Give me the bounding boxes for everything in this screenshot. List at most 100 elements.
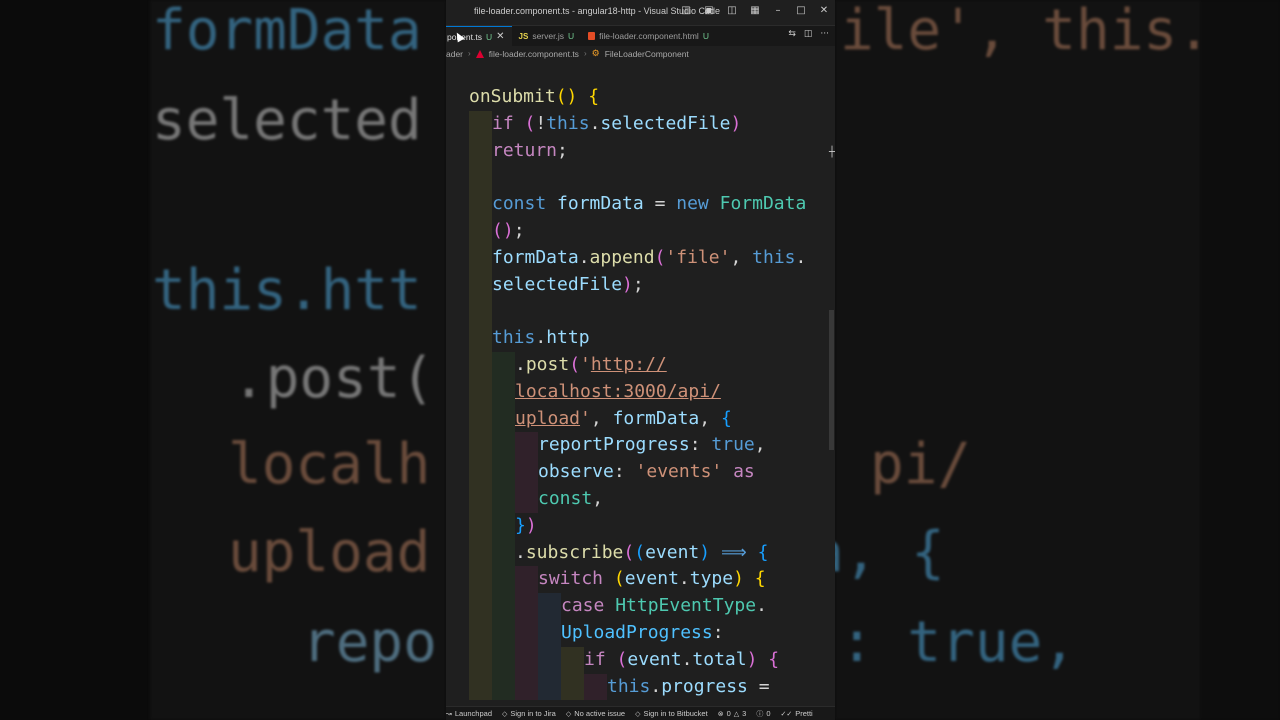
bitbucket-status[interactable]: ◇ Sign in to Bitbucket xyxy=(635,709,708,718)
code-token: 'file' xyxy=(665,246,731,268)
code-line: selectedFile); xyxy=(446,271,644,299)
breadcrumb-file[interactable]: file-loader.component.ts xyxy=(489,49,579,59)
background-far-right-panel xyxy=(1200,0,1280,720)
issue-icon: ◇ xyxy=(565,709,572,718)
code-token: const xyxy=(492,193,547,215)
error-count: 0 xyxy=(726,709,731,718)
code-token: selectedFile xyxy=(492,273,623,295)
code-line: const, xyxy=(446,485,603,513)
info-status[interactable]: ⓘ 0 xyxy=(756,709,770,719)
jira-label: Sign in to Jira xyxy=(510,709,556,718)
code-line xyxy=(446,298,533,326)
vscode-window: file-loader.component.ts - angular18-htt… xyxy=(446,0,835,720)
tab-server-js[interactable]: JS server.js U xyxy=(512,26,582,46)
code-token: reportProgress xyxy=(538,434,690,456)
warning-count: 3 xyxy=(742,709,747,718)
prettier-label: Pretti xyxy=(795,709,813,718)
vertical-scrollbar[interactable] xyxy=(829,310,834,450)
prettier-status[interactable]: ✓✓ Pretti xyxy=(780,709,812,718)
split-editor-icon[interactable]: ◫ xyxy=(804,29,813,39)
code-line: this.progress = xyxy=(446,673,770,701)
jira-icon: ◇ xyxy=(502,709,508,718)
html-file-icon xyxy=(588,32,596,40)
angular-file-icon xyxy=(475,49,484,58)
code-token: formData xyxy=(557,193,644,215)
url-link[interactable]: upload xyxy=(515,408,580,429)
problems-status[interactable]: ⊗ 0 △ 3 xyxy=(718,709,747,718)
code-line: const formData = new FormData xyxy=(446,191,806,218)
code-line: UploadProgress: xyxy=(446,619,724,647)
code-line: observe: 'events' as xyxy=(446,459,755,486)
class-symbol-icon: ⚙ xyxy=(591,48,600,58)
toggle-panel-icon[interactable]: ▣ xyxy=(702,4,716,18)
more-actions-icon[interactable]: ··· xyxy=(820,29,829,39)
breadcrumb-folder[interactable]: ader xyxy=(446,49,463,59)
code-token: return xyxy=(492,139,558,161)
code-token: 'events' xyxy=(635,461,723,483)
bitbucket-icon: ◇ xyxy=(635,709,641,718)
code-line xyxy=(446,164,533,192)
code-line: localhost:3000/api/ xyxy=(446,378,721,406)
tab-status: U xyxy=(702,31,709,41)
chevron-right-icon: › xyxy=(583,49,587,58)
code-token: this xyxy=(546,112,590,134)
code-token: this xyxy=(607,675,651,697)
customize-layout-icon[interactable]: ▦ xyxy=(748,4,762,18)
bg-text: pi/ xyxy=(870,432,972,497)
code-token: formData xyxy=(612,407,700,429)
code-token: append xyxy=(589,246,655,268)
code-line: formData.append('file', this. xyxy=(446,244,806,272)
issue-label: No active issue xyxy=(574,709,626,718)
breadcrumb: ader › file-loader.component.ts › ⚙ File… xyxy=(446,46,835,61)
toggle-primary-sidebar-icon[interactable]: ◫ xyxy=(679,4,693,18)
javascript-file-icon: JS xyxy=(518,31,529,41)
code-line: switch (event.type) { xyxy=(446,566,766,594)
url-link[interactable]: http:// xyxy=(591,354,667,375)
code-line: if (event.total) { xyxy=(446,646,779,674)
bg-text: ile', this. xyxy=(840,0,1211,63)
minimize-icon[interactable]: – xyxy=(771,4,785,18)
bg-text: : true, xyxy=(840,610,1077,675)
breadcrumb-symbol[interactable]: FileLoaderComponent xyxy=(605,49,689,59)
code-token: http xyxy=(546,327,590,349)
tab-status: U xyxy=(485,31,493,42)
code-token: formData xyxy=(492,246,579,268)
code-token: this xyxy=(752,246,796,268)
code-token: if xyxy=(584,648,606,670)
compare-changes-icon[interactable]: ⇆ xyxy=(788,29,796,39)
warning-icon: △ xyxy=(733,709,740,718)
code-token: HttpEventType xyxy=(615,595,757,617)
code-token: this xyxy=(492,327,536,349)
launchpad-status[interactable]: ↝ Launchpad xyxy=(446,709,492,718)
close-tab-icon[interactable]: ✕ xyxy=(496,31,504,42)
code-token: subscribe xyxy=(525,541,624,563)
maximize-icon[interactable]: □ xyxy=(794,4,808,18)
code-token: onSubmit xyxy=(469,86,556,107)
close-window-icon[interactable]: ✕ xyxy=(817,4,831,18)
tab-file-loader-component-html[interactable]: file-loader.component.html U xyxy=(581,26,716,46)
code-line: onSubmit() { xyxy=(469,86,600,107)
bg-text: localh xyxy=(228,432,431,497)
code-token: selectedFile xyxy=(600,112,731,134)
toggle-secondary-sidebar-icon[interactable]: ◫ xyxy=(725,4,739,18)
bg-text: repo xyxy=(302,610,437,675)
code-line: }) xyxy=(446,512,537,540)
bitbucket-label: Sign in to Bitbucket xyxy=(643,709,708,718)
code-line: return; xyxy=(446,137,568,165)
url-link[interactable]: localhost:3000/api/ xyxy=(515,381,721,402)
code-token: post xyxy=(525,353,570,375)
code-line: .post('http:// xyxy=(446,351,667,379)
code-token: event xyxy=(645,541,700,563)
code-token: total xyxy=(692,648,747,670)
code-line: reportProgress: true, xyxy=(446,432,766,460)
code-editor[interactable]: onSubmit() { if (!this.selectedFile) ret… xyxy=(446,60,835,707)
split-sash-icon[interactable]: ┼ xyxy=(829,147,835,158)
jira-status[interactable]: ◇ Sign in to Jira xyxy=(502,709,556,718)
code-line: if (!this.selectedFile) xyxy=(446,110,741,138)
chevron-right-icon: › xyxy=(468,49,471,58)
issue-status[interactable]: ◇ No active issue xyxy=(566,709,625,718)
info-count: 0 xyxy=(766,709,771,718)
status-bar: ↝ Launchpad ◇ Sign in to Jira ◇ No activ… xyxy=(446,706,835,720)
code-token: event xyxy=(627,648,682,670)
error-icon: ⊗ xyxy=(717,709,724,718)
